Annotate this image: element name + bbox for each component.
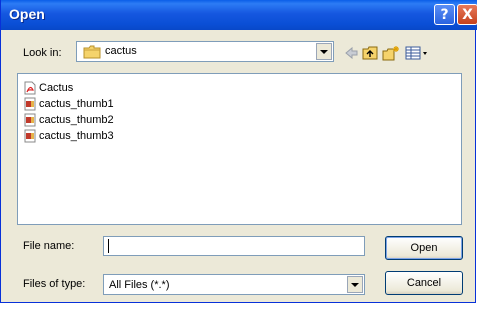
files-of-type-label: Files of type: bbox=[23, 278, 86, 290]
title-bar[interactable]: Open ? X bbox=[1, 0, 478, 30]
file-name-label: File name: bbox=[23, 240, 75, 252]
window-title: Open bbox=[9, 6, 45, 22]
look-in-value: cactus bbox=[105, 45, 137, 57]
open-button[interactable]: Open bbox=[385, 236, 463, 260]
help-button[interactable]: ? bbox=[434, 4, 455, 25]
chevron-down-icon[interactable] bbox=[347, 276, 363, 293]
look-in-label: Look in: bbox=[23, 47, 62, 59]
list-item[interactable]: cactus_thumb1 bbox=[24, 96, 114, 112]
list-item[interactable]: cactus_thumb2 bbox=[24, 112, 114, 128]
view-menu-icon[interactable] bbox=[405, 45, 429, 61]
open-dialog: Open ? X Look in: cactus Cactus cactus_t… bbox=[0, 0, 478, 303]
image-file-icon bbox=[24, 113, 36, 127]
files-of-type-value: All Files (*.*) bbox=[109, 279, 170, 291]
folder-icon bbox=[83, 45, 101, 59]
chevron-down-icon[interactable] bbox=[316, 43, 332, 60]
file-name: cactus_thumb2 bbox=[39, 114, 114, 126]
close-button[interactable]: X bbox=[457, 4, 478, 25]
up-one-level-icon[interactable] bbox=[362, 45, 378, 61]
image-file-icon bbox=[24, 97, 36, 111]
list-item[interactable]: cactus_thumb3 bbox=[24, 128, 114, 144]
file-name: cactus_thumb3 bbox=[39, 130, 114, 142]
image-file-icon bbox=[24, 129, 36, 143]
files-of-type-dropdown[interactable]: All Files (*.*) bbox=[103, 274, 365, 295]
text-caret bbox=[108, 239, 109, 253]
pdf-file-icon bbox=[24, 81, 36, 95]
file-list[interactable]: Cactus cactus_thumb1 cactus_thumb2 cactu… bbox=[17, 73, 462, 225]
list-item[interactable]: Cactus bbox=[24, 80, 73, 96]
file-name: cactus_thumb1 bbox=[39, 98, 114, 110]
create-new-folder-icon[interactable] bbox=[382, 45, 400, 61]
file-name-input[interactable] bbox=[103, 236, 365, 256]
back-arrow-icon[interactable] bbox=[344, 45, 358, 61]
cancel-button[interactable]: Cancel bbox=[385, 271, 463, 295]
file-name: Cactus bbox=[39, 82, 74, 94]
look-in-dropdown[interactable]: cactus bbox=[76, 41, 334, 62]
